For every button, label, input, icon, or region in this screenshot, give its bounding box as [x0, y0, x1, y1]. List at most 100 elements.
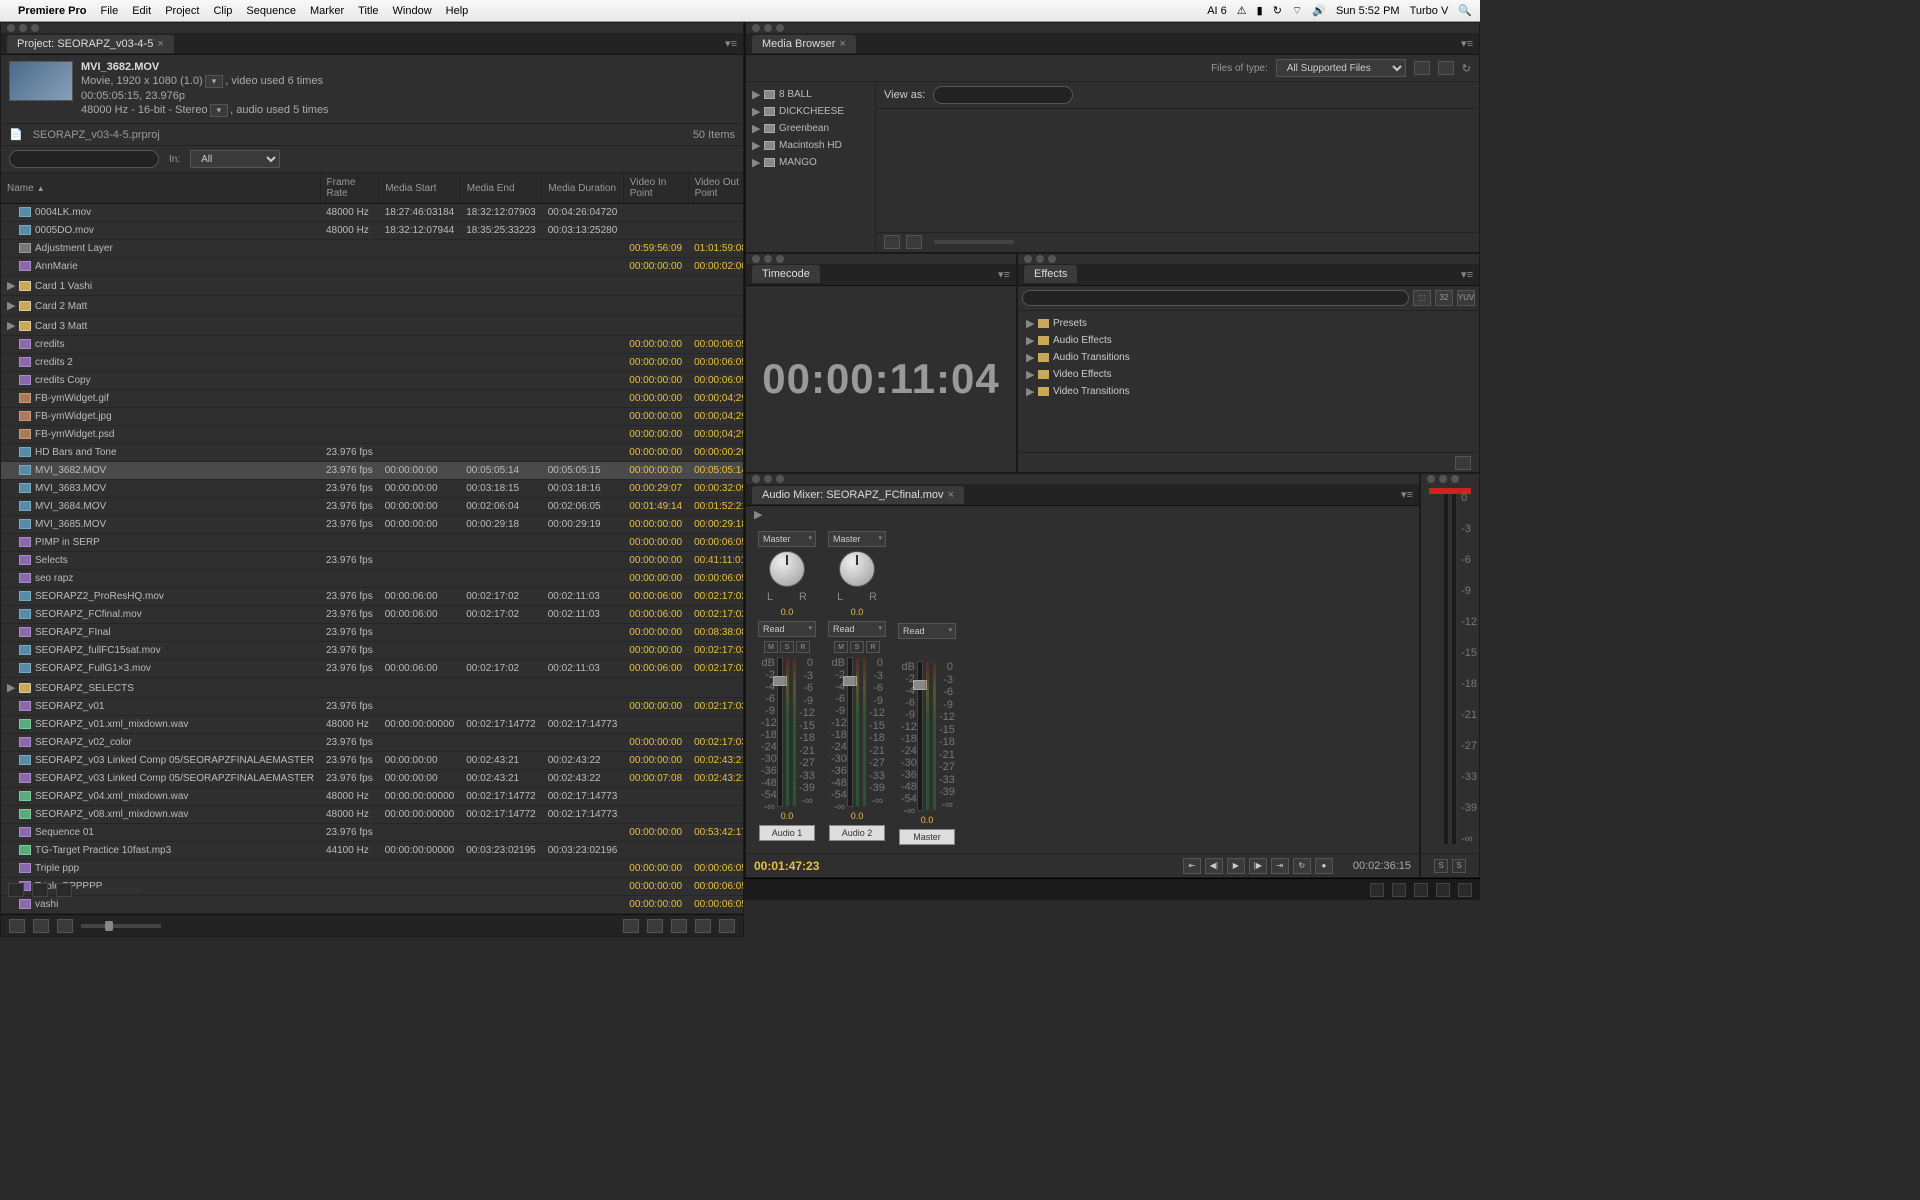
col-header[interactable]: Media Start: [379, 173, 461, 204]
project-search-input[interactable]: [9, 150, 159, 168]
refresh-icon[interactable]: ↻: [1462, 62, 1471, 75]
menu-edit[interactable]: Edit: [132, 5, 151, 17]
project-tab[interactable]: Project: SEORAPZ_v03-4-5×: [7, 35, 174, 53]
project-row[interactable]: AnnMarie00:00:00:0000:00:02:00: [1, 258, 743, 276]
project-row[interactable]: 0004LK.mov48000 Hz18:27:46:0318418:32:12…: [1, 204, 743, 222]
effects-tab[interactable]: Effects: [1024, 265, 1077, 283]
find-btn[interactable]: [647, 919, 663, 933]
trash-btn[interactable]: [719, 919, 735, 933]
col-header[interactable]: Frame Rate: [320, 173, 379, 204]
project-row[interactable]: ▶Card 2 Matt: [1, 296, 743, 316]
list-view-btn[interactable]: [9, 919, 25, 933]
files-of-type-dropdown[interactable]: All Supported Files: [1276, 59, 1406, 77]
project-row[interactable]: Triple ppp00:00:00:0000:00:06:05: [1, 860, 743, 878]
bus-dropdown[interactable]: Master: [828, 531, 886, 547]
solo-btn[interactable]: S: [850, 641, 864, 653]
in-point-btn[interactable]: ⇤: [1183, 858, 1201, 874]
bus-dropdown[interactable]: Master: [758, 531, 816, 547]
track-name[interactable]: Audio 1: [759, 825, 815, 841]
project-row[interactable]: MVI_3685.MOV23.976 fps00:00:00:0000:00:2…: [1, 516, 743, 534]
effects-category[interactable]: ▶Audio Effects: [1022, 332, 1475, 349]
effects-category[interactable]: ▶Audio Transitions: [1022, 349, 1475, 366]
solo-right-btn[interactable]: S: [1452, 859, 1466, 873]
spotlight-icon[interactable]: 🔍: [1458, 4, 1472, 17]
channel-dropdown[interactable]: ▾: [210, 104, 229, 117]
sb-auto-btn[interactable]: [1370, 883, 1384, 897]
project-row[interactable]: HD Bars and Tone23.976 fps00:00:00:0000:…: [1, 444, 743, 462]
panel-menu-icon[interactable]: ▾≡: [725, 37, 737, 50]
menu-clip[interactable]: Clip: [213, 5, 232, 17]
out-point-btn[interactable]: ⇥: [1271, 858, 1289, 874]
record-btn[interactable]: R: [796, 641, 810, 653]
adobe-brand[interactable]: AI 6: [1207, 5, 1227, 17]
project-row[interactable]: SEORAPZ_v02_color23.976 fps00:00:00:0000…: [1, 734, 743, 752]
pan-knob[interactable]: [769, 551, 805, 587]
project-row[interactable]: Selects23.976 fps00:00:00:0000:41:11:01: [1, 552, 743, 570]
sb-bin-btn[interactable]: [1414, 883, 1428, 897]
project-row[interactable]: SEORAPZ_v04.xml_mixdown.wav48000 Hz00:00…: [1, 788, 743, 806]
project-row[interactable]: FB-ymWidget.jpg00:00:00:0000:00;04;29: [1, 408, 743, 426]
media-browser-tab[interactable]: Media Browser×: [752, 35, 856, 53]
project-row[interactable]: MVI_3682.MOV23.976 fps00:00:00:0000:05:0…: [1, 462, 743, 480]
automate-btn[interactable]: [623, 919, 639, 933]
project-row[interactable]: credits Copy00:00:00:0000:00:06:05: [1, 372, 743, 390]
automation-mode-dropdown[interactable]: Read: [758, 621, 816, 637]
project-row[interactable]: ▶SEORAPZ_SELECTS: [1, 678, 743, 698]
drive-tree[interactable]: ▶8 BALL▶DICKCHEESE▶Greenbean▶Macintosh H…: [746, 82, 876, 252]
icon-view-btn[interactable]: [33, 919, 49, 933]
mb-thumb-view-btn[interactable]: [906, 235, 922, 249]
clock[interactable]: Sun 5:52 PM: [1336, 5, 1400, 17]
volume-fader[interactable]: [777, 657, 783, 807]
menu-file[interactable]: File: [100, 5, 118, 17]
fwd-btn[interactable]: [1438, 61, 1454, 75]
pan-knob[interactable]: [839, 551, 875, 587]
menu-sequence[interactable]: Sequence: [246, 5, 296, 17]
step-back-btn[interactable]: ◀|: [1205, 858, 1223, 874]
play-btn[interactable]: ▶: [1227, 858, 1245, 874]
sb-icon-btn[interactable]: [32, 883, 48, 897]
fx-accel-btn[interactable]: ⬚: [1413, 290, 1431, 306]
volume-icon[interactable]: 🔊: [1312, 4, 1326, 17]
close-icon[interactable]: ×: [157, 38, 163, 50]
sb-list-btn[interactable]: [8, 883, 24, 897]
drive-item[interactable]: ▶8 BALL: [750, 86, 871, 103]
expand-sends-icon[interactable]: ▶: [754, 509, 762, 521]
sb-trash-btn[interactable]: [1458, 883, 1472, 897]
effects-category[interactable]: ▶Video Transitions: [1022, 383, 1475, 400]
new-bin-btn[interactable]: [1455, 456, 1471, 470]
clip-thumbnail[interactable]: [9, 61, 73, 101]
panel-menu-icon[interactable]: ▾≡: [1461, 37, 1473, 50]
project-row[interactable]: SEORAPZ_v03 Linked Comp 05/SEORAPZFINALA…: [1, 752, 743, 770]
project-row[interactable]: SEORAPZ_FInal23.976 fps00:00:00:0000:08:…: [1, 624, 743, 642]
timecode-display[interactable]: 00:00:11:04: [746, 286, 1016, 472]
mb-content-area[interactable]: [876, 109, 1479, 232]
effects-tree[interactable]: ▶Presets▶Audio Effects▶Audio Transitions…: [1018, 311, 1479, 404]
close-icon[interactable]: ×: [839, 38, 845, 50]
mb-search-input[interactable]: [933, 86, 1073, 104]
fx-yuv-btn[interactable]: YUV: [1457, 290, 1475, 306]
automation-mode-dropdown[interactable]: Read: [898, 623, 956, 639]
col-header[interactable]: Video In Point: [623, 173, 688, 204]
project-row[interactable]: FB-ymWidget.gif00:00:00:0000:00;04;29: [1, 390, 743, 408]
project-row[interactable]: SEORAPZ_v03 Linked Comp 05/SEORAPZFINALA…: [1, 770, 743, 788]
record-btn[interactable]: ●: [1315, 858, 1333, 874]
effects-category[interactable]: ▶Presets: [1022, 315, 1475, 332]
volume-fader[interactable]: [847, 657, 853, 807]
project-row[interactable]: seo rapz00:00:00:0000:00:06:05: [1, 570, 743, 588]
freeform-view-btn[interactable]: [57, 919, 73, 933]
project-row[interactable]: 0005DO.mov48000 Hz18:32:12:0794418:35:25…: [1, 222, 743, 240]
close-icon[interactable]: ×: [948, 489, 954, 501]
menu-help[interactable]: Help: [446, 5, 469, 17]
col-header[interactable]: Media End: [460, 173, 542, 204]
timecode-tab[interactable]: Timecode: [752, 265, 820, 283]
drive-item[interactable]: ▶MANGO: [750, 154, 871, 171]
sb-find-btn[interactable]: [1392, 883, 1406, 897]
sync-icon[interactable]: ↻: [1273, 4, 1282, 17]
project-row[interactable]: SEORAPZ_v08.xml_mixdown.wav48000 Hz00:00…: [1, 806, 743, 824]
mute-btn[interactable]: M: [834, 641, 848, 653]
col-header[interactable]: Name▲: [1, 173, 320, 204]
project-row[interactable]: SEORAPZ_FCfinal.mov23.976 fps00:00:06:00…: [1, 606, 743, 624]
track-name[interactable]: Master: [899, 829, 955, 845]
project-row[interactable]: MVI_3683.MOV23.976 fps00:00:00:0000:03:1…: [1, 480, 743, 498]
panel-menu-icon[interactable]: ▾≡: [998, 268, 1010, 281]
